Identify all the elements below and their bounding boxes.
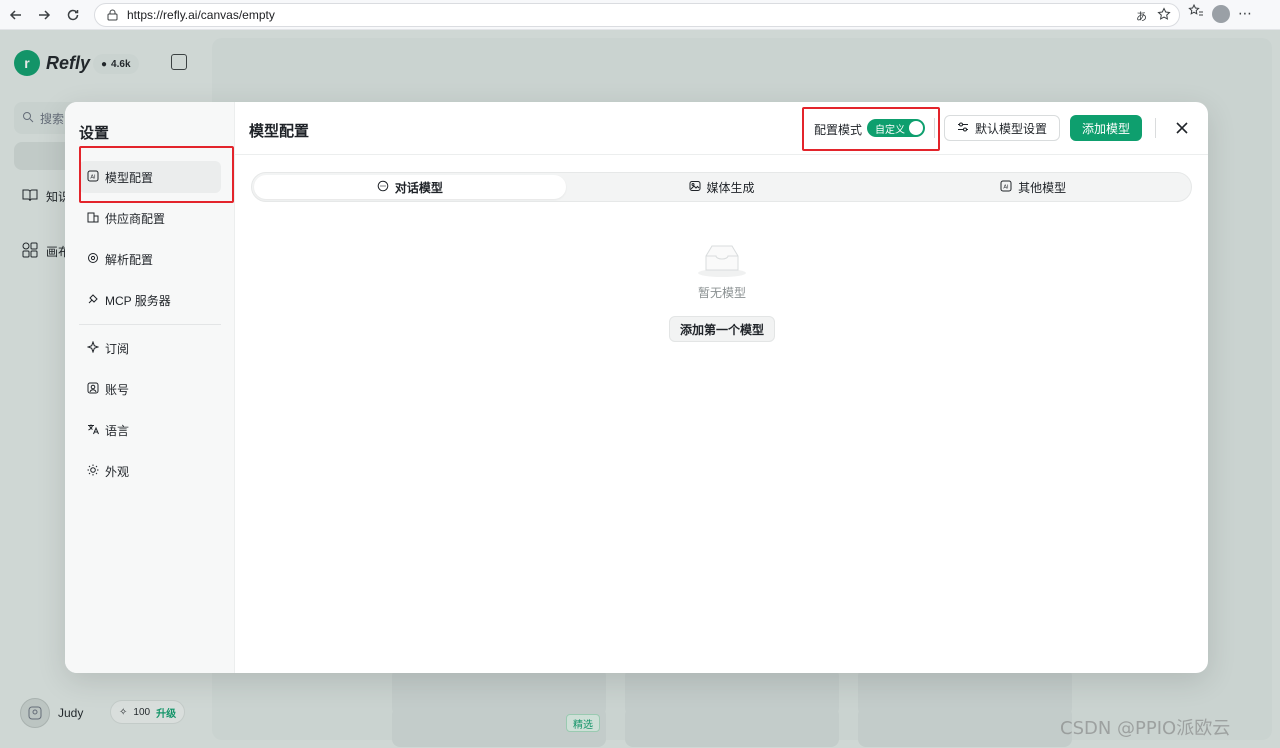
tab-label: 其他模型 (1018, 180, 1067, 195)
sliders-icon (957, 121, 969, 136)
chat-bubble-icon (377, 180, 389, 195)
settings-item-label: MCP 服务器 (105, 293, 171, 308)
building-icon (87, 211, 99, 226)
back-icon[interactable] (2, 1, 30, 29)
ai-chip-icon: AI (1000, 180, 1012, 195)
watermark-text: CSDN @PPIO派欧云 (1060, 718, 1231, 739)
reload-icon[interactable] (59, 1, 87, 29)
highlight-box-model-config (79, 146, 234, 203)
more-menu-icon[interactable]: ⋯ (1238, 5, 1252, 22)
settings-item-label: 账号 (105, 382, 130, 397)
settings-modal: 设置 AI 模型配置 供应商配置 解析配置 MCP 服务器 订阅 账号 语言 外… (65, 102, 1208, 673)
tab-label: 对话模型 (394, 180, 443, 195)
user-badge-icon (87, 382, 99, 397)
settings-item-label: 外观 (105, 464, 130, 479)
svg-text:AI: AI (1004, 184, 1010, 190)
settings-item-provider-config[interactable]: 供应商配置 (79, 202, 221, 234)
read-aloud-icon[interactable]: あ (1136, 8, 1147, 24)
close-icon[interactable] (1173, 119, 1191, 137)
settings-item-label: 供应商配置 (105, 211, 166, 226)
add-first-model-button[interactable]: 添加第一个模型 (669, 316, 775, 342)
config-mode-label: 配置模式 (814, 123, 863, 137)
sun-icon (87, 464, 99, 479)
default-model-settings-button[interactable]: 默认模型设置 (944, 115, 1060, 141)
toggle-knob (909, 121, 923, 135)
address-bar[interactable]: https://refly.ai/canvas/empty あ (94, 3, 1180, 27)
empty-state: 暂无模型 (669, 242, 775, 301)
header-divider (1155, 118, 1156, 138)
settings-item-account[interactable]: 账号 (79, 373, 221, 405)
config-mode-value: 自定义 (875, 124, 905, 136)
settings-divider (79, 324, 221, 325)
settings-item-appearance[interactable]: 外观 (79, 455, 221, 487)
gear-icon (87, 252, 99, 267)
settings-title: 设置 (79, 125, 110, 142)
browser-toolbar: https://refly.ai/canvas/empty あ ⋯ (0, 0, 1280, 30)
settings-item-language[interactable]: 语言 (79, 414, 221, 446)
empty-inbox-icon (696, 242, 748, 278)
favorite-star-icon[interactable] (1157, 7, 1171, 24)
settings-item-parse-config[interactable]: 解析配置 (79, 243, 221, 275)
settings-item-label: 语言 (105, 423, 130, 438)
tab-media-generation[interactable]: 媒体生成 (566, 175, 878, 199)
forward-icon[interactable] (30, 1, 58, 29)
header-divider-line (235, 154, 1208, 155)
profile-avatar[interactable] (1212, 4, 1230, 23)
image-icon (689, 180, 701, 195)
settings-item-subscription[interactable]: 订阅 (79, 332, 221, 364)
tab-label: 媒体生成 (706, 180, 755, 195)
header-divider (934, 118, 935, 138)
empty-state-text: 暂无模型 (697, 286, 746, 300)
favorites-icon[interactable] (1188, 3, 1204, 24)
settings-item-label: 解析配置 (105, 252, 154, 267)
tab-other-models[interactable]: AI 其他模型 (877, 175, 1189, 199)
tab-chat-models[interactable]: 对话模型 (254, 175, 566, 199)
lock-icon (105, 8, 119, 22)
default-model-settings-label: 默认模型设置 (975, 121, 1048, 136)
translate-icon (87, 423, 99, 438)
plug-icon (87, 293, 99, 308)
url-text: https://refly.ai/canvas/empty (127, 8, 275, 22)
page-title: 模型配置 (249, 123, 310, 140)
model-type-tabs: 对话模型 媒体生成 AI 其他模型 (251, 172, 1192, 202)
settings-item-mcp-server[interactable]: MCP 服务器 (79, 284, 221, 316)
add-model-button[interactable]: 添加模型 (1070, 115, 1142, 141)
settings-item-label: 订阅 (105, 341, 130, 356)
sparkle-icon (86, 339, 100, 356)
config-mode-toggle[interactable]: 自定义 (867, 119, 925, 137)
